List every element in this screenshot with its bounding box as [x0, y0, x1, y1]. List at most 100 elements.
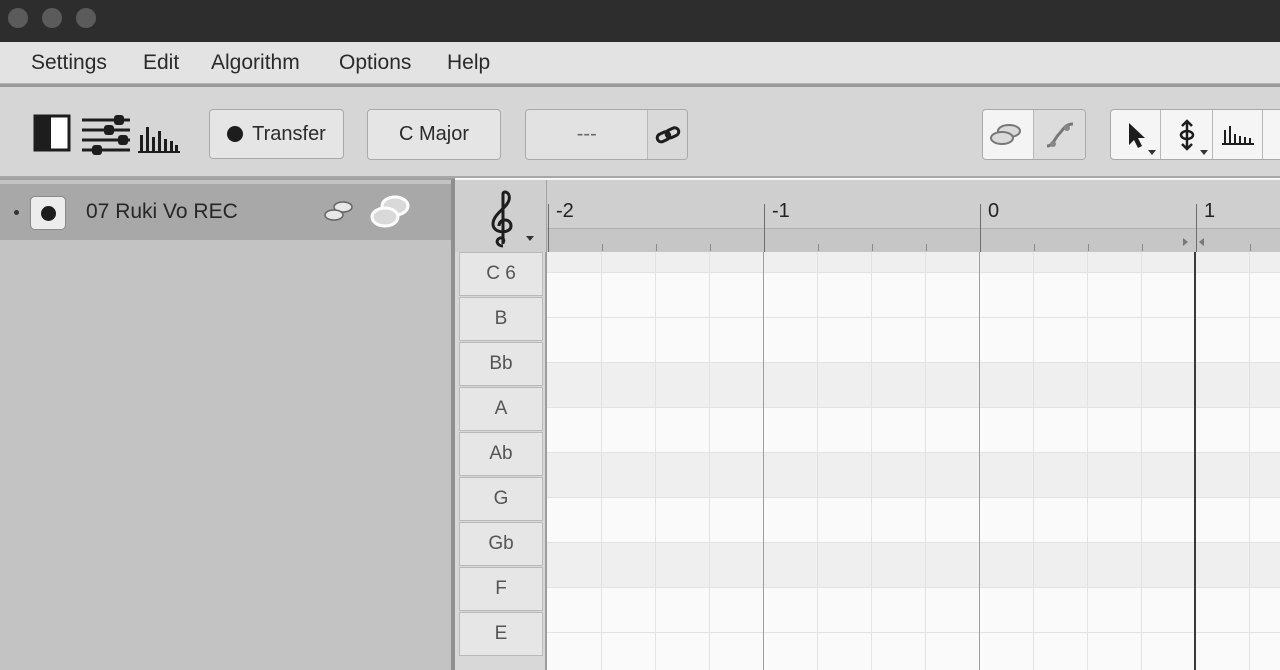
- track-record-button[interactable]: [30, 196, 66, 230]
- key-scale-label: C Major: [398, 123, 469, 145]
- transfer-button[interactable]: Transfer: [209, 109, 344, 159]
- treble-clef-icon: [491, 190, 513, 248]
- pitch-key-label: Bb: [489, 353, 513, 374]
- note-blob-small-icon[interactable]: [322, 198, 356, 226]
- beat-tick: [872, 244, 873, 251]
- pitch-curve-icon: [1046, 122, 1073, 147]
- pitch-key[interactable]: Ab: [459, 432, 543, 476]
- beat-tick: [1034, 244, 1035, 251]
- track-selected-dot-icon: [14, 210, 19, 215]
- panel-toggle-icon[interactable]: [33, 114, 71, 157]
- transfer-label: Transfer: [252, 122, 326, 145]
- playhead[interactable]: [1194, 252, 1196, 670]
- bar-line: [763, 252, 764, 670]
- amplitude-tool-button[interactable]: [1213, 110, 1264, 159]
- pitch-key[interactable]: A: [459, 387, 543, 431]
- bar-line: [979, 252, 980, 670]
- link-chain-button[interactable]: [648, 110, 687, 159]
- pitch-key-label: F: [495, 578, 507, 599]
- chain-link-icon: [655, 125, 680, 143]
- note-grid[interactable]: [547, 252, 1280, 670]
- pitch-key[interactable]: Gb: [459, 522, 543, 566]
- pitch-lane: [547, 498, 1280, 543]
- timeline-ruler[interactable]: -2 -1 0 1: [455, 180, 1280, 252]
- beat-tick: [710, 244, 711, 251]
- loop-start-marker-icon[interactable]: [1199, 238, 1204, 246]
- beat-tick: [602, 244, 603, 251]
- pitch-lane: [547, 633, 1280, 670]
- beat-line: [1033, 252, 1034, 670]
- menu-options[interactable]: Options: [339, 51, 411, 75]
- menu-bar: Settings Edit Algorithm Options Help: [0, 42, 1280, 84]
- pitch-curve-mode-button[interactable]: [1034, 110, 1085, 159]
- beat-line: [655, 252, 656, 670]
- pitch-key-label: A: [494, 398, 508, 419]
- pitch-lane: [547, 543, 1280, 588]
- key-scale-button[interactable]: C Major: [367, 109, 501, 160]
- more-tools-button[interactable]: [1263, 110, 1280, 159]
- arrow-tool-button[interactable]: [1111, 110, 1162, 159]
- pitch-key-label: E: [494, 623, 508, 644]
- clef-dropdown-icon: [526, 236, 534, 241]
- pitch-editor: -2 -1 0 1 Db C 6 B Bb A Ab G Gb F E: [455, 178, 1280, 670]
- track-name: 07 Ruki Vo REC: [86, 200, 238, 223]
- loop-end-marker-icon[interactable]: [1183, 238, 1188, 246]
- amplitude-icon: [1221, 125, 1254, 145]
- toolbar: Transfer C Major ---: [0, 84, 1280, 178]
- menu-settings[interactable]: Settings: [31, 51, 107, 75]
- pitch-key[interactable]: C 6: [459, 252, 543, 296]
- pitch-lane: [547, 273, 1280, 318]
- close-window-button[interactable]: [8, 8, 28, 28]
- beat-line: [709, 252, 710, 670]
- pitch-key[interactable]: G: [459, 477, 543, 521]
- beat-tick: [656, 244, 657, 251]
- pitch-key[interactable]: F: [459, 567, 543, 611]
- clef-selector[interactable]: [455, 180, 547, 252]
- bar-tick: [548, 204, 549, 252]
- pitch-lane: [547, 408, 1280, 453]
- bar-label: 1: [1204, 200, 1216, 222]
- zoom-window-button[interactable]: [76, 8, 96, 28]
- minimize-window-button[interactable]: [42, 8, 62, 28]
- bar-label: 0: [988, 200, 1000, 222]
- beat-line: [1141, 252, 1142, 670]
- pitch-key[interactable]: B: [459, 297, 543, 341]
- pitch-tool-button[interactable]: [1161, 110, 1213, 159]
- pitch-key-label: Ab: [489, 443, 513, 464]
- beat-line: [871, 252, 872, 670]
- arrow-cursor-icon: [1128, 122, 1145, 148]
- beat-line: [817, 252, 818, 670]
- tool-group: [1110, 109, 1280, 160]
- note-blob-active-icon[interactable]: [368, 192, 414, 232]
- track-row[interactable]: 07 Ruki Vo REC: [0, 184, 451, 240]
- pitch-key[interactable]: E: [459, 612, 543, 656]
- menu-help[interactable]: Help: [447, 51, 490, 75]
- link-value-text: ---: [576, 123, 597, 145]
- pitch-lane: [547, 453, 1280, 498]
- beat-tick: [1142, 244, 1143, 251]
- pitch-lane: [547, 252, 1280, 273]
- bar-tick: [980, 204, 981, 252]
- beat-tick: [818, 244, 819, 251]
- pitch-lane: [547, 588, 1280, 633]
- edit-mode-group: [982, 109, 1086, 160]
- spectrum-icon[interactable]: [138, 123, 180, 158]
- beat-line: [925, 252, 926, 670]
- pitch-tool-dropdown-icon: [1199, 150, 1208, 155]
- beat-line: [601, 252, 602, 670]
- pitch-lane: [547, 363, 1280, 408]
- bar-tick: [764, 204, 765, 252]
- pitch-adjust-icon: [1179, 118, 1194, 151]
- bar-label: -2: [556, 200, 574, 222]
- track-list-panel: 07 Ruki Vo REC: [0, 178, 455, 670]
- beat-line: [1087, 252, 1088, 670]
- beat-tick: [1088, 244, 1089, 251]
- mixer-sliders-icon[interactable]: [80, 112, 132, 161]
- menu-algorithm[interactable]: Algorithm: [211, 51, 300, 75]
- pitch-key[interactable]: Bb: [459, 342, 543, 386]
- pitch-key-label: B: [494, 308, 508, 329]
- menu-edit[interactable]: Edit: [143, 51, 179, 75]
- note-blob-mode-button[interactable]: [983, 110, 1035, 159]
- arrow-tool-dropdown-icon: [1148, 150, 1157, 155]
- link-value-field[interactable]: ---: [526, 110, 649, 159]
